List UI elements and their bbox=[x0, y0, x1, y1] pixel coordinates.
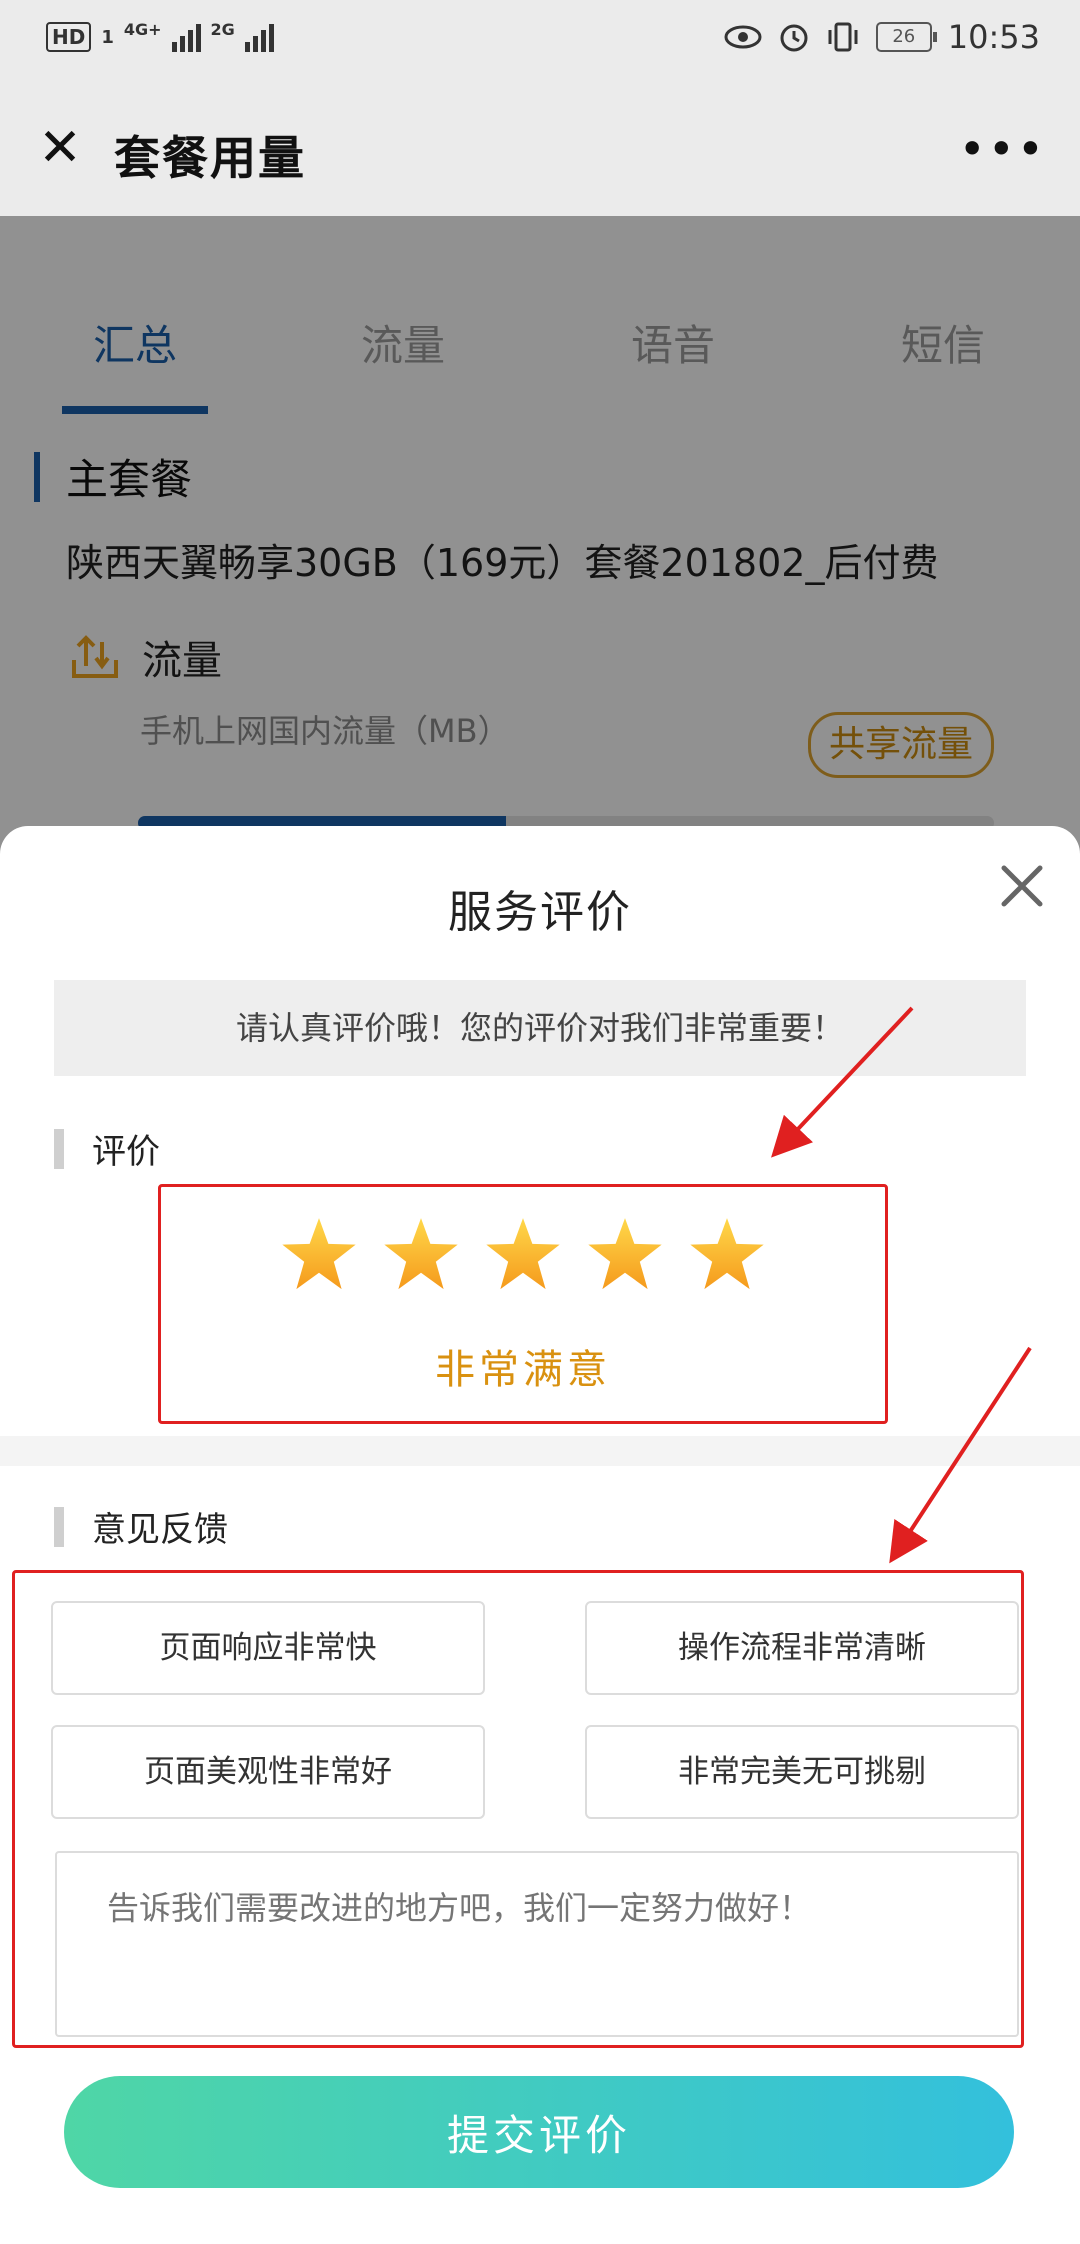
page-title: 套餐用量 bbox=[114, 131, 306, 185]
close-icon[interactable]: ✕ bbox=[30, 118, 90, 178]
star-icon[interactable] bbox=[484, 1215, 562, 1293]
feedback-heading: 意见反馈 bbox=[54, 1502, 228, 1551]
network-type-1: 4G+ bbox=[123, 20, 162, 39]
signal-icon-2 bbox=[244, 22, 274, 52]
star-rating bbox=[161, 1215, 885, 1293]
star-icon[interactable] bbox=[688, 1215, 766, 1293]
feedback-highlight-box: 页面响应非常快 操作流程非常清晰 页面美观性非常好 非常完美无可挑剔 bbox=[12, 1570, 1024, 2048]
rating-label: 非常满意 bbox=[435, 1347, 611, 1393]
title-bar: ✕ 套餐用量 ••• bbox=[0, 86, 1080, 216]
status-bar: HD 1 4G+ 2G 26 10:53 bbox=[0, 0, 1080, 86]
star-icon[interactable] bbox=[382, 1215, 460, 1293]
star-icon[interactable] bbox=[280, 1215, 358, 1293]
network-type-2: 2G bbox=[210, 20, 235, 39]
hd-badge: HD bbox=[46, 22, 92, 52]
feedback-tag[interactable]: 页面响应非常快 bbox=[51, 1601, 485, 1695]
feedback-tag[interactable]: 页面美观性非常好 bbox=[51, 1725, 485, 1819]
comment-input[interactable] bbox=[55, 1851, 1019, 2037]
clock: 10:53 bbox=[947, 18, 1040, 56]
sim-index: 1 bbox=[101, 26, 114, 48]
vibrate-icon bbox=[828, 22, 858, 52]
feedback-tag[interactable]: 非常完美无可挑剔 bbox=[585, 1725, 1019, 1819]
status-left: HD 1 4G+ 2G bbox=[46, 22, 274, 52]
rating-modal: 服务评价 请认真评价哦！您的评价对我们非常重要！ 评价 非常满意 意见反馈 页面… bbox=[0, 826, 1080, 2244]
star-icon[interactable] bbox=[586, 1215, 664, 1293]
more-icon[interactable]: ••• bbox=[959, 122, 1046, 176]
alarm-icon bbox=[780, 24, 808, 52]
battery-icon: 26 bbox=[875, 22, 937, 52]
close-icon[interactable] bbox=[994, 858, 1050, 914]
feedback-tag[interactable]: 操作流程非常清晰 bbox=[585, 1601, 1019, 1695]
modal-title: 服务评价 bbox=[448, 887, 632, 938]
notice-banner: 请认真评价哦！您的评价对我们非常重要！ bbox=[54, 980, 1026, 1076]
rating-heading: 评价 bbox=[54, 1124, 160, 1173]
feedback-heading-label: 意见反馈 bbox=[92, 1510, 228, 1550]
heading-marker bbox=[54, 1506, 64, 1547]
heading-marker bbox=[54, 1128, 64, 1169]
rating-highlight-box: 非常满意 bbox=[158, 1184, 888, 1424]
status-right: 26 10:53 bbox=[724, 18, 1040, 56]
rating-heading-label: 评价 bbox=[92, 1132, 160, 1172]
eye-icon bbox=[724, 25, 762, 49]
submit-rating-button[interactable]: 提交评价 bbox=[64, 2076, 1014, 2188]
section-divider bbox=[0, 1436, 1080, 1466]
signal-icon bbox=[171, 22, 201, 52]
